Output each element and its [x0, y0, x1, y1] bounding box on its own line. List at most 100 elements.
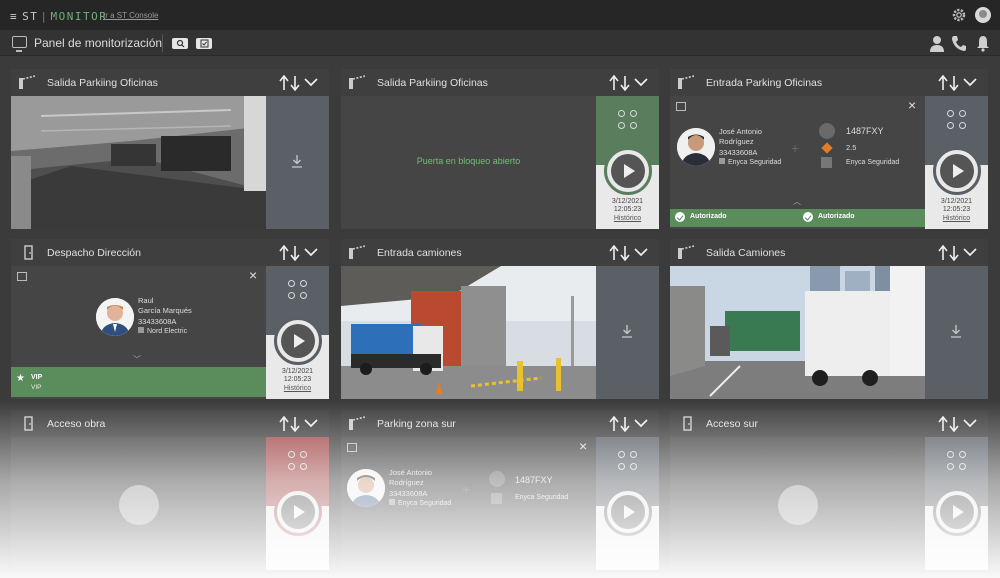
chevron-down-icon[interactable] [963, 247, 977, 257]
sort-arrows-icon[interactable] [938, 416, 960, 432]
barrier-gate-icon [349, 245, 366, 259]
sort-arrows-icon[interactable] [609, 75, 631, 91]
top-bar: ≡ ST | MONITOR Ir a ST Console [0, 0, 1000, 30]
chevron-down-icon[interactable] [634, 77, 648, 87]
id-card-icon[interactable] [676, 102, 686, 111]
panel-header: Despacho Dirección [11, 239, 329, 266]
truck-entrance-camera-image [341, 266, 596, 399]
person-icon[interactable] [929, 35, 945, 52]
event-time: 12:05:23 [942, 206, 971, 213]
chevron-down-icon[interactable] [304, 77, 318, 87]
sort-arrows-icon[interactable] [279, 75, 301, 91]
panel-title: Entrada Parking Oficinas [706, 77, 823, 89]
panel-content [11, 437, 266, 570]
play-button[interactable] [933, 488, 981, 536]
history-link[interactable]: Histórico [925, 215, 988, 222]
panel-content: Puerta en bloqueo abierto [341, 96, 596, 229]
user-avatar-icon[interactable] [975, 7, 991, 23]
person-company: Enyca Seguridad [389, 499, 451, 507]
chevron-down-icon[interactable] [963, 418, 977, 428]
chevron-down-icon[interactable] [304, 418, 318, 428]
panel-header: Entrada camiones [341, 239, 659, 266]
camera-view[interactable] [11, 96, 266, 229]
page-title: Panel de monitorización [34, 36, 163, 50]
person-id: 33433608A [719, 148, 758, 157]
panel-side-bar [266, 96, 329, 229]
vehicle-plate: 1487FXY [515, 475, 553, 485]
barrier-gate-icon [349, 75, 366, 89]
download-icon[interactable] [291, 154, 303, 168]
play-button[interactable] [274, 488, 322, 536]
panel-header: Salida Parkiing Oficinas [11, 69, 329, 96]
bell-icon[interactable] [976, 35, 990, 52]
history-link[interactable]: Histórico [596, 215, 659, 222]
play-button[interactable] [933, 147, 981, 195]
close-icon[interactable]: × [579, 439, 587, 453]
sort-arrows-icon[interactable] [938, 75, 960, 91]
person-company: Nord Electric [138, 327, 187, 335]
sort-arrows-icon[interactable] [279, 245, 301, 261]
chevron-down-icon[interactable] [634, 247, 648, 257]
app-brand: ≡ ST | MONITOR [10, 10, 108, 23]
building-icon [491, 493, 502, 504]
chevron-down-icon[interactable] [634, 418, 648, 428]
panel-title: Salida Parkiing Oficinas [47, 77, 158, 89]
chevron-up-icon[interactable]: ︿ [793, 196, 801, 207]
camera-view[interactable] [341, 266, 596, 399]
play-icon [611, 495, 645, 529]
search-icon [176, 39, 184, 48]
building-icon [821, 157, 832, 168]
monitor-panel: Parking zona sur × José Antonio Rodríguez… [341, 410, 659, 570]
vip-bar: ★ VIP VIP [11, 367, 266, 397]
chevron-down-small-icon[interactable]: ﹀ [133, 354, 141, 365]
history-link[interactable]: Histórico [266, 385, 329, 392]
plus-icon: + [791, 140, 800, 156]
camera-view[interactable] [670, 266, 925, 399]
barrier-gate-icon [349, 416, 366, 430]
person-id: 33433608A [138, 317, 177, 326]
sort-arrows-icon[interactable] [279, 416, 301, 432]
person-photo [347, 469, 385, 507]
console-link[interactable]: Ir a ST Console [103, 11, 158, 20]
gear-icon[interactable] [951, 7, 967, 23]
panel-header: Salida Parkiing Oficinas [341, 69, 659, 96]
sort-arrows-icon[interactable] [609, 245, 631, 261]
person-id: 33433608A [389, 489, 428, 498]
chevron-down-icon[interactable] [304, 247, 318, 257]
search-button[interactable] [172, 38, 188, 49]
play-button[interactable] [604, 488, 652, 536]
hamburger-icon[interactable]: ≡ [10, 10, 18, 23]
download-icon[interactable] [621, 324, 633, 338]
phone-icon[interactable] [951, 35, 967, 52]
panel-title: Salida Camiones [706, 247, 786, 259]
panel-side-bar [596, 437, 659, 570]
io-indicators-icon [288, 280, 308, 300]
star-icon: ★ [16, 373, 25, 384]
vehicle-key-icon [489, 471, 505, 487]
person-photo [96, 298, 134, 336]
id-card-icon[interactable] [17, 272, 27, 281]
vehicle-company: Enyca Seguridad [515, 494, 569, 501]
sort-arrows-icon[interactable] [938, 245, 960, 261]
play-button[interactable] [604, 147, 652, 195]
checklist-button[interactable] [196, 38, 212, 49]
monitor-panel: Salida Parkiing Oficinas [11, 69, 329, 229]
sort-arrows-icon[interactable] [609, 416, 631, 432]
play-icon [940, 154, 974, 188]
check-circle-icon [803, 212, 813, 222]
close-icon[interactable]: × [908, 98, 916, 112]
vehicle-status: Autorizado [818, 213, 855, 220]
person-placeholder-icon [119, 485, 159, 525]
download-icon[interactable] [950, 324, 962, 338]
close-icon[interactable]: × [249, 268, 257, 282]
person-placeholder-icon [778, 485, 818, 525]
monitor-panel: Salida Parkiing Oficinas Puerta en bloqu… [341, 69, 659, 229]
event-date: 3/12/2021 [940, 198, 973, 205]
gate-status-message: Puerta en bloqueo abierto [416, 156, 521, 166]
chevron-down-icon[interactable] [963, 77, 977, 87]
checklist-icon [200, 39, 208, 48]
play-button[interactable] [274, 317, 322, 365]
panel-side-bar: 3/12/2021 12:05:23 Histórico [596, 96, 659, 229]
play-area: 3/12/2021 12:05:23 Histórico [925, 147, 988, 229]
id-card-icon[interactable] [347, 443, 357, 452]
